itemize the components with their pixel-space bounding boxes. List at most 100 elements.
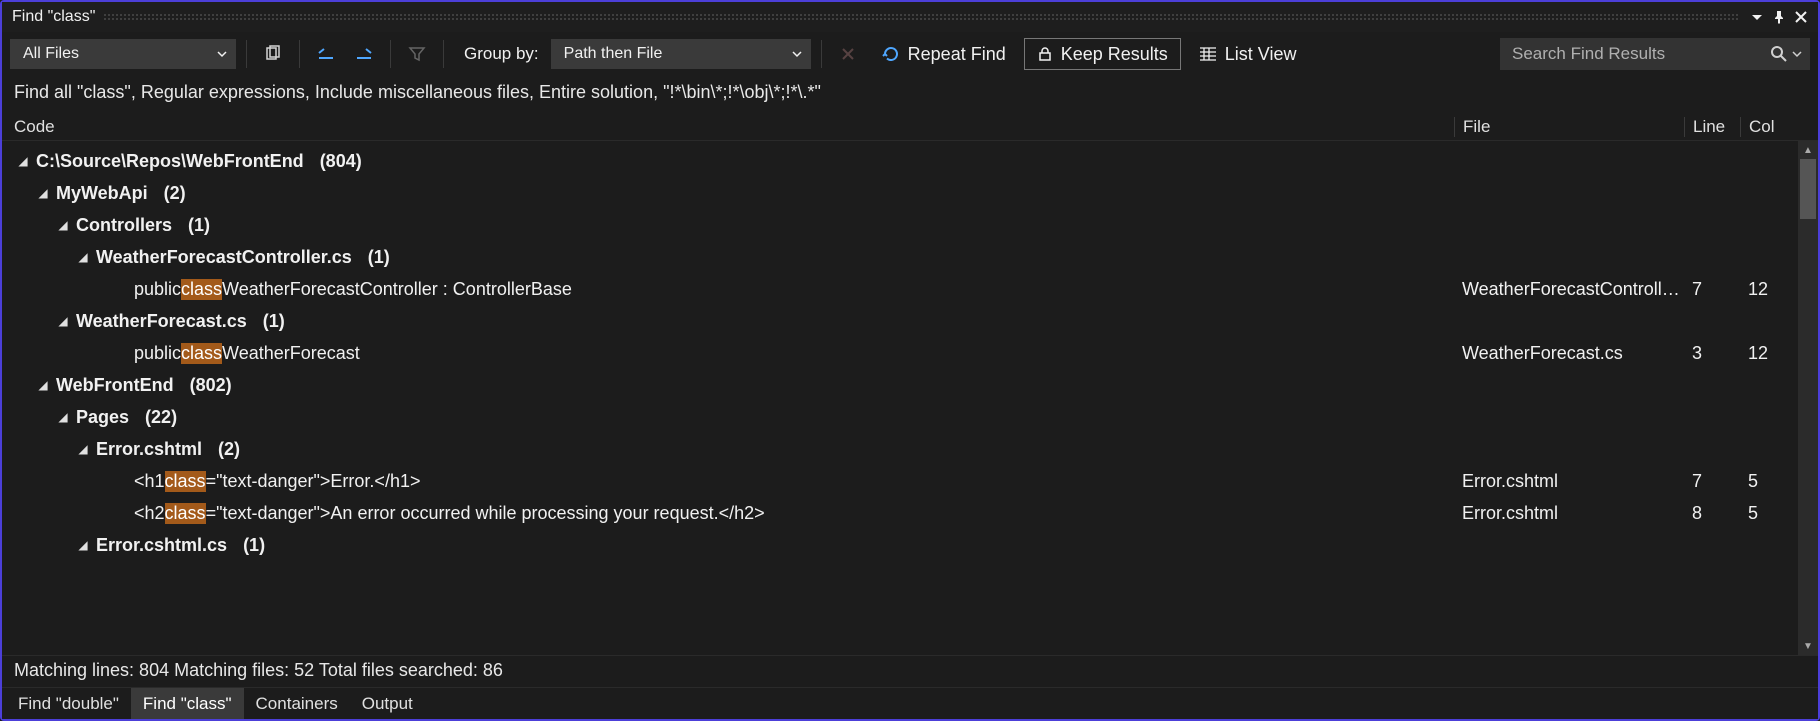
tree-group-row[interactable]: ◢ WebFrontEnd (802) — [2, 369, 1796, 401]
column-header-col[interactable]: Col — [1740, 117, 1796, 137]
filter-icon — [408, 45, 426, 63]
bottom-tab[interactable]: Output — [350, 688, 425, 719]
match-pre: <h2 — [134, 503, 165, 524]
separator — [246, 40, 247, 68]
group-count: (1) — [253, 311, 285, 332]
expand-collapse-icon[interactable]: ◢ — [54, 218, 72, 232]
result-row[interactable]: <h2 class="text-danger">An error occurre… — [2, 497, 1796, 529]
status-line: Matching lines: 804 Matching files: 52 T… — [2, 655, 1818, 687]
results-tree[interactable]: ◢C:\Source\Repos\WebFrontEnd (804)◢MyWeb… — [2, 141, 1818, 655]
delete-button[interactable] — [832, 39, 864, 69]
group-label: WebFrontEnd — [56, 375, 174, 396]
code-cell: ◢WeatherForecast.cs (1) — [2, 311, 1454, 332]
search-find-results[interactable] — [1500, 38, 1810, 70]
tree-group-row[interactable]: ◢ Controllers (1) — [2, 209, 1796, 241]
file-cell: WeatherForecastControlle... — [1454, 279, 1684, 300]
col-cell: 5 — [1740, 503, 1796, 524]
match-post: WeatherForecastController : ControllerBa… — [222, 279, 572, 300]
col-cell: 12 — [1740, 343, 1796, 364]
tree-group-row[interactable]: ◢WeatherForecast.cs (1) — [2, 305, 1796, 337]
expand-collapse-icon[interactable]: ◢ — [34, 186, 52, 200]
list-view-button[interactable]: List View — [1187, 38, 1309, 70]
chevron-down-icon — [217, 49, 227, 59]
pin-button[interactable] — [1768, 6, 1790, 28]
code-cell: ◢MyWebApi (2) — [2, 183, 1454, 204]
search-input[interactable] — [1512, 44, 1770, 64]
expand-collapse-icon[interactable]: ◢ — [14, 154, 32, 168]
column-header-code[interactable]: Code — [14, 117, 1454, 137]
file-cell: WeatherForecast.cs — [1454, 343, 1684, 364]
code-cell: ◢ Error.cshtml.cs (1) — [2, 535, 1454, 556]
code-cell: <h1 class="text-danger">Error.</h1> — [2, 471, 1454, 492]
previous-result-button[interactable] — [310, 39, 342, 69]
tree-group-row[interactable]: ◢C:\Source\Repos\WebFrontEnd (804) — [2, 145, 1796, 177]
arrow-right-icon — [355, 46, 373, 62]
match-highlight: class — [165, 503, 206, 524]
tree-group-row[interactable]: ◢MyWebApi (2) — [2, 177, 1796, 209]
match-post: WeatherForecast — [222, 343, 360, 364]
group-count: (802) — [180, 375, 232, 396]
search-icon[interactable] — [1770, 45, 1788, 63]
chevron-down-icon — [792, 49, 802, 59]
group-by-dropdown[interactable]: Path then File — [551, 39, 811, 69]
bottom-tab[interactable]: Containers — [244, 688, 350, 719]
bottom-tab[interactable]: Find "class" — [131, 688, 244, 719]
result-row[interactable]: public class WeatherForecastController :… — [2, 273, 1796, 305]
expand-collapse-icon[interactable]: ◢ — [54, 410, 72, 424]
code-cell: <h2 class="text-danger">An error occurre… — [2, 503, 1454, 524]
list-view-label: List View — [1225, 44, 1297, 65]
scroll-up-icon[interactable]: ▲ — [1798, 141, 1818, 159]
copy-button[interactable] — [257, 39, 289, 69]
clear-filter-button[interactable] — [401, 39, 433, 69]
result-row[interactable]: <h1 class="text-danger">Error.</h1>Error… — [2, 465, 1796, 497]
keep-results-label: Keep Results — [1061, 44, 1168, 65]
col-cell: 12 — [1740, 279, 1796, 300]
group-label: Error.cshtml — [96, 439, 202, 460]
expand-collapse-icon[interactable]: ◢ — [74, 538, 92, 552]
results-area: ◢C:\Source\Repos\WebFrontEnd (804)◢MyWeb… — [2, 141, 1818, 655]
keep-results-button[interactable]: Keep Results — [1024, 38, 1181, 70]
source-filter-dropdown[interactable]: All Files — [10, 39, 236, 69]
group-label: C:\Source\Repos\WebFrontEnd — [36, 151, 304, 172]
result-row[interactable]: public class WeatherForecastWeatherForec… — [2, 337, 1796, 369]
scroll-down-icon[interactable]: ▼ — [1798, 637, 1818, 655]
separator — [821, 40, 822, 68]
file-cell: Error.cshtml — [1454, 503, 1684, 524]
next-result-button[interactable] — [348, 39, 380, 69]
list-icon — [1199, 46, 1217, 62]
repeat-find-button[interactable]: Repeat Find — [870, 38, 1018, 70]
expand-collapse-icon[interactable]: ◢ — [74, 442, 92, 456]
match-pre: <h1 — [134, 471, 165, 492]
expand-collapse-icon[interactable]: ◢ — [34, 378, 52, 392]
group-count: (1) — [358, 247, 390, 268]
window-menu-button[interactable] — [1746, 6, 1768, 28]
group-count: (2) — [208, 439, 240, 460]
group-count: (1) — [178, 215, 210, 236]
expand-collapse-icon[interactable]: ◢ — [54, 314, 72, 328]
col-cell: 5 — [1740, 471, 1796, 492]
tree-group-row[interactable]: ◢WeatherForecastController.cs (1) — [2, 241, 1796, 273]
tree-group-row[interactable]: ◢ Pages (22) — [2, 401, 1796, 433]
match-highlight: class — [181, 279, 222, 300]
tree-group-row[interactable]: ◢ Error.cshtml (2) — [2, 433, 1796, 465]
code-cell: ◢ Error.cshtml (2) — [2, 439, 1454, 460]
code-cell: ◢ WebFrontEnd (802) — [2, 375, 1454, 396]
title-grip[interactable] — [103, 13, 1738, 21]
group-count: (22) — [135, 407, 177, 428]
separator — [443, 40, 444, 68]
column-header-file[interactable]: File — [1454, 117, 1684, 137]
group-label: Error.cshtml.cs — [96, 535, 227, 556]
column-header-row: Code File Line Col — [2, 113, 1818, 141]
scrollbar[interactable]: ▲ ▼ — [1798, 141, 1818, 655]
expand-collapse-icon[interactable]: ◢ — [74, 250, 92, 264]
column-header-line[interactable]: Line — [1684, 117, 1740, 137]
group-count: (1) — [233, 535, 265, 556]
close-button[interactable] — [1790, 6, 1812, 28]
bottom-tab[interactable]: Find "double" — [6, 688, 131, 719]
tree-group-row[interactable]: ◢ Error.cshtml.cs (1) — [2, 529, 1796, 561]
group-label: Pages — [76, 407, 129, 428]
chevron-down-icon[interactable] — [1792, 49, 1802, 59]
line-cell: 7 — [1684, 471, 1740, 492]
group-label: Controllers — [76, 215, 172, 236]
scroll-thumb[interactable] — [1800, 159, 1816, 219]
